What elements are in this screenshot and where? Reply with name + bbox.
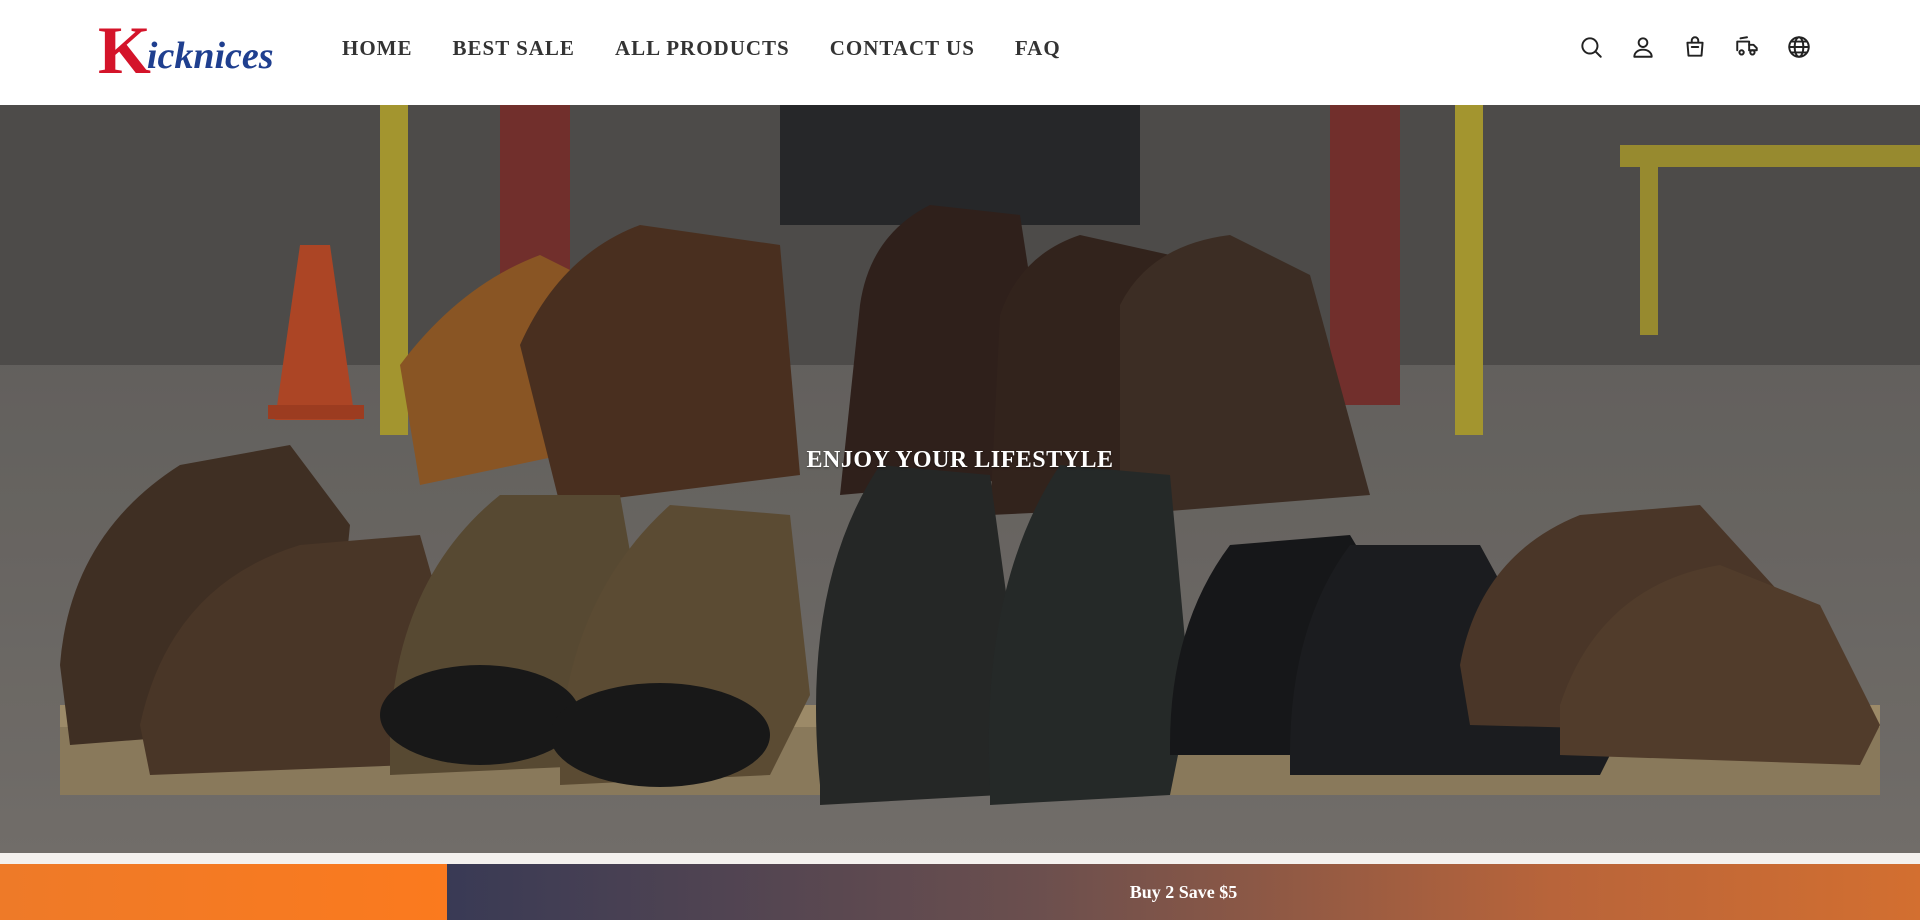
- nav-contact-us[interactable]: CONTACT US: [830, 36, 975, 61]
- hero-banner[interactable]: ENJOY YOUR LIFESTYLE: [0, 105, 1920, 853]
- hero-title: ENJOY YOUR LIFESTYLE: [806, 447, 1114, 473]
- promo-strip: Buy 2 Save $5: [447, 864, 1920, 920]
- nav-faq[interactable]: FAQ: [1015, 36, 1061, 61]
- nav-best-sale[interactable]: BEST SALE: [453, 36, 575, 61]
- promo-text: Buy 2 Save $5: [1129, 881, 1238, 902]
- search-icon[interactable]: [1577, 33, 1605, 61]
- nav-all-products[interactable]: ALL PRODUCTS: [615, 36, 790, 61]
- brand-logo[interactable]: Kicknices: [98, 12, 303, 88]
- promo-banner[interactable]: Buy 2 Save $5: [0, 864, 1920, 920]
- hero-image: [0, 105, 1920, 853]
- globe-icon[interactable]: [1785, 33, 1813, 61]
- section-divider: [0, 853, 1920, 864]
- shipping-icon[interactable]: [1733, 33, 1761, 61]
- promo-accent: [0, 864, 447, 920]
- nav-home[interactable]: HOME: [342, 36, 413, 61]
- cart-icon[interactable]: [1681, 33, 1709, 61]
- logo-initial: K: [98, 12, 151, 88]
- account-icon[interactable]: [1629, 33, 1657, 61]
- main-nav: HOME BEST SALE ALL PRODUCTS CONTACT US F…: [342, 36, 1101, 61]
- site-header: Kicknices HOME BEST SALE ALL PRODUCTS CO…: [0, 0, 1920, 105]
- logo-wordmark: icknices: [146, 35, 274, 77]
- header-icons: [1553, 33, 1813, 61]
